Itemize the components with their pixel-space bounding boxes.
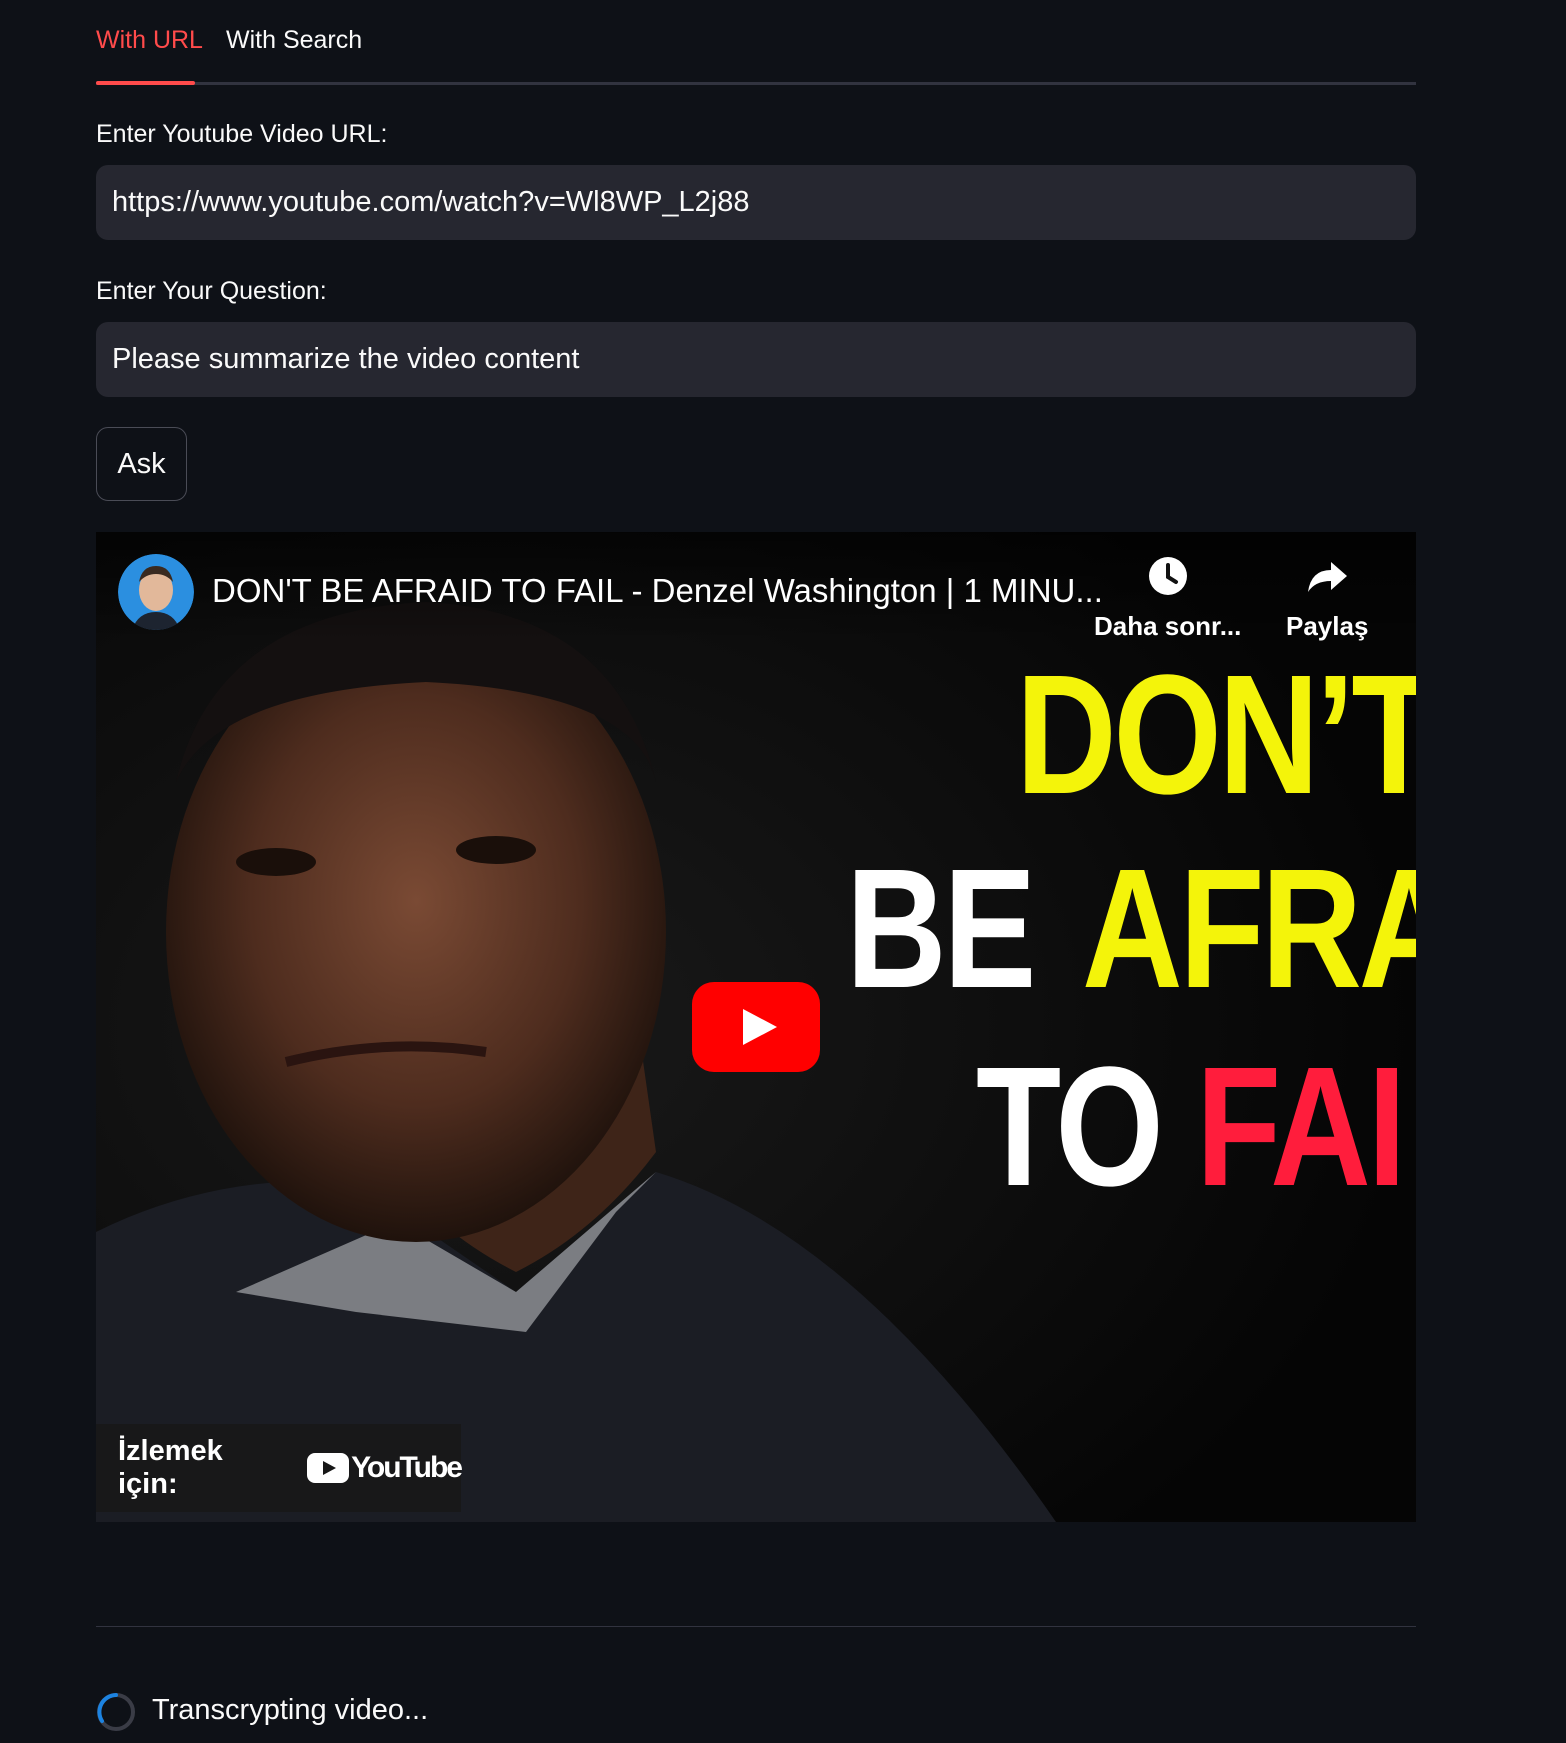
channel-avatar[interactable]: [118, 554, 194, 630]
clock-icon: [1148, 557, 1187, 595]
loading-spinner-icon: [97, 1693, 135, 1731]
ask-button[interactable]: Ask: [96, 427, 187, 501]
watch-later-label: Daha sonr...: [1094, 611, 1242, 641]
active-tab-indicator: [96, 81, 195, 85]
watch-later-button[interactable]: Daha sonr...: [1094, 554, 1241, 642]
player-header: DON'T BE AFRAID TO FAIL - Denzel Washing…: [96, 532, 1416, 642]
youtube-wordmark: YouTube: [351, 1451, 463, 1484]
share-button[interactable]: Paylaş: [1286, 554, 1368, 642]
youtube-embed[interactable]: DON’T BE AFRA TO FAI DON'T BE AFRAID TO …: [96, 532, 1416, 1522]
status-text: Transcrypting video...: [152, 1694, 429, 1726]
question-input[interactable]: Please summarize the video content: [96, 322, 1416, 397]
url-field-label: Enter Youtube Video URL:: [96, 120, 388, 148]
section-divider: [96, 1626, 1416, 1627]
app-page: With URL With Search Enter Youtube Video…: [0, 0, 1566, 1743]
tab-bar: With URL With Search: [96, 18, 1416, 85]
url-input[interactable]: https://www.youtube.com/watch?v=Wl8WP_L2…: [96, 165, 1416, 240]
poster-word-be: BE: [846, 834, 1036, 1024]
watch-on-label: İzlemek için:: [118, 1435, 223, 1500]
video-title-link[interactable]: DON'T BE AFRAID TO FAIL - Denzel Washing…: [212, 572, 1103, 610]
poster-word-fail: FAI: [1196, 1032, 1406, 1222]
poster-word-dont: DON’T: [1016, 640, 1416, 830]
play-button[interactable]: [692, 982, 820, 1072]
share-label: Paylaş: [1286, 611, 1369, 641]
share-arrow-icon: [1308, 562, 1348, 592]
youtube-play-icon: [307, 1453, 350, 1483]
poster-word-afraid: AFRA: [1082, 834, 1416, 1024]
watch-on-youtube-button[interactable]: İzlemek için: YouTube: [96, 1424, 463, 1512]
poster-word-to: TO: [976, 1032, 1164, 1222]
tab-with-url[interactable]: With URL: [96, 26, 203, 55]
youtube-logo: YouTube: [307, 1451, 463, 1485]
question-field-label: Enter Your Question:: [96, 277, 327, 305]
tab-with-search[interactable]: With Search: [226, 26, 362, 55]
